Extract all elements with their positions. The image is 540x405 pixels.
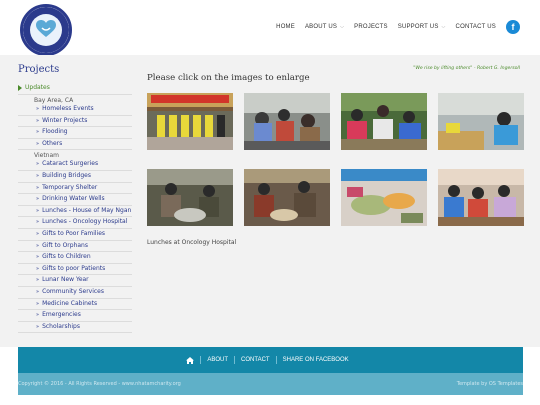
site-logo[interactable] xyxy=(20,4,72,56)
gallery-thumbnail[interactable] xyxy=(244,169,330,226)
sidebar-subitem-label: Others xyxy=(42,139,63,147)
projects-sidebar: Projects Updates Bay Area, CA » Homeless … xyxy=(18,64,132,334)
chevron-right-icon: » xyxy=(36,172,40,179)
sidebar-subitem-label: Cataract Surgeries xyxy=(42,160,99,168)
chevron-right-icon: » xyxy=(36,161,40,168)
chevron-right-icon: » xyxy=(36,184,40,191)
sidebar-subitem[interactable]: » Scholarships xyxy=(18,322,132,334)
sidebar-subitem-label: Flooding xyxy=(42,128,68,136)
gallery-thumbnail[interactable] xyxy=(341,93,427,150)
footer-link-about[interactable]: ABOUT xyxy=(201,357,234,363)
sidebar-subitem[interactable]: » Gifts to Children xyxy=(18,252,132,264)
chevron-right-icon: » xyxy=(36,242,40,249)
copyright-text: Copyright © 2016 - All Rights Reserved -… xyxy=(18,381,181,387)
sidebar-subitem[interactable]: » Temporary Shelter xyxy=(18,183,132,195)
gallery-caption: Lunches at Oncology Hospital xyxy=(147,239,237,246)
chevron-right-icon: » xyxy=(36,140,40,147)
nav-support-us[interactable]: SUPPORT US ⌵ xyxy=(398,24,446,30)
sidebar-subitem-label: Temporary Shelter xyxy=(42,183,98,191)
chevron-right-icon: » xyxy=(36,312,40,319)
sidebar-subitem-label: Drinking Water Wells xyxy=(42,195,105,203)
quote-text: "We rise by lifting others" - Robert G. … xyxy=(413,66,520,71)
nav-about-us[interactable]: ABOUT US ⌵ xyxy=(305,24,344,30)
chevron-right-icon: » xyxy=(36,207,40,214)
sidebar-subitem[interactable]: » Lunches - House of May Ngan xyxy=(18,206,132,218)
footer-link-share-facebook[interactable]: SHARE ON FACEBOOK xyxy=(277,357,355,363)
sidebar-subitem[interactable]: » Others xyxy=(18,139,132,151)
gallery-thumbnail[interactable] xyxy=(438,93,524,150)
sidebar-subitem-label: Lunches - Oncology Hospital xyxy=(42,218,128,226)
heart-in-hands-icon xyxy=(36,20,56,37)
sidebar-subitem[interactable]: » Emergencies xyxy=(18,310,132,322)
sidebar-subitem[interactable]: » Lunar New Year xyxy=(18,275,132,287)
template-credit[interactable]: Template by OS Templates xyxy=(457,381,523,387)
sidebar-subitem-label: Lunar New Year xyxy=(42,276,89,284)
chevron-right-icon: » xyxy=(36,277,40,284)
sidebar-subitem[interactable]: » Medicine Cabinets xyxy=(18,299,132,311)
sidebar-subitem-label: Medicine Cabinets xyxy=(42,299,98,307)
main-nav: HOME ABOUT US ⌵ PROJECTS SUPPORT US ⌵ CONT… xyxy=(266,19,520,35)
facebook-icon[interactable]: f xyxy=(506,20,520,34)
chevron-down-icon: ⌵ xyxy=(340,24,345,30)
chevron-right-icon: » xyxy=(36,300,40,307)
home-icon[interactable] xyxy=(186,356,195,364)
sidebar-subitem[interactable]: » Flooding xyxy=(18,127,132,139)
page-title: Please click on the images to enlarge xyxy=(147,73,310,83)
sidebar-subitem[interactable]: » Gift to Orphans xyxy=(18,241,132,253)
sidebar-subitem[interactable]: » Drinking Water Wells xyxy=(18,194,132,206)
sidebar-subitem-label: Lunches - House of May Ngan xyxy=(42,206,132,214)
footer-bottom: Copyright © 2016 - All Rights Reserved -… xyxy=(18,373,523,395)
nav-home[interactable]: HOME xyxy=(276,24,295,30)
gallery-thumbnail[interactable] xyxy=(341,169,427,226)
chevron-right-icon: » xyxy=(36,117,40,124)
chevron-right-icon: » xyxy=(36,106,40,112)
gallery-thumbnail[interactable] xyxy=(147,93,233,150)
sidebar-subitem-label: Gifts to Poor Families xyxy=(42,229,106,237)
gallery-thumbnail[interactable] xyxy=(244,93,330,150)
sidebar-subitem[interactable]: » Gifts to poor Patients xyxy=(18,264,132,276)
site-header: HOME ABOUT US ⌵ PROJECTS SUPPORT US ⌵ CONT… xyxy=(0,0,540,56)
chevron-right-icon: » xyxy=(36,254,40,261)
sidebar-subitem-label: Homeless Events xyxy=(42,105,94,112)
chevron-right-icon: » xyxy=(36,129,40,136)
footer-link-contact[interactable]: CONTACT xyxy=(235,357,276,363)
sidebar-subitem[interactable]: » Gifts to Poor Families xyxy=(18,229,132,241)
sidebar-subitem[interactable]: » Winter Projects xyxy=(18,116,132,128)
chevron-right-icon: » xyxy=(36,219,40,226)
chevron-right-icon: » xyxy=(36,265,40,272)
sidebar-subitem[interactable]: » Community Services xyxy=(18,287,132,299)
sidebar-subitem[interactable]: » Lunches - Oncology Hospital xyxy=(18,217,132,229)
chevron-down-icon: ⌵ xyxy=(441,24,446,30)
triangle-right-icon xyxy=(18,84,22,91)
region-label-vietnam: Vietnam xyxy=(34,152,60,160)
chevron-right-icon: » xyxy=(36,230,40,237)
sidebar-subitem-label: Gift to Orphans xyxy=(42,241,88,249)
chevron-right-icon: » xyxy=(36,288,40,295)
chevron-right-icon: » xyxy=(36,196,40,203)
sidebar-subitem-label: Gifts to poor Patients xyxy=(42,264,106,272)
chevron-right-icon: » xyxy=(36,323,40,330)
sidebar-subitem-label: Building Bridges xyxy=(42,171,91,179)
gallery-thumbnail[interactable] xyxy=(438,169,524,226)
nav-contact-us[interactable]: CONTACT US xyxy=(456,24,496,30)
nav-projects[interactable]: PROJECTS xyxy=(354,24,388,30)
sidebar-subitem-label: Community Services xyxy=(42,287,104,295)
sidebar-subitem-label: Scholarships xyxy=(42,322,80,330)
sidebar-subitem-label: Gifts to Children xyxy=(42,253,91,261)
sidebar-title: Projects xyxy=(18,64,60,75)
footer-bar: ABOUT CONTACT SHARE ON FACEBOOK xyxy=(18,347,523,373)
sidebar-subitem[interactable]: » Building Bridges xyxy=(18,171,132,183)
sidebar-subitem-label: Winter Projects xyxy=(42,116,88,124)
region-label-bay-area: Bay Area, CA xyxy=(34,97,74,104)
sidebar-subitem[interactable]: » Homeless Events xyxy=(18,104,132,116)
gallery-thumbnail[interactable] xyxy=(147,169,233,226)
sidebar-subitem[interactable]: » Cataract Surgeries xyxy=(18,159,132,171)
sidebar-subitem-label: Emergencies xyxy=(42,311,81,319)
sidebar-item-updates[interactable]: Updates xyxy=(18,81,132,95)
